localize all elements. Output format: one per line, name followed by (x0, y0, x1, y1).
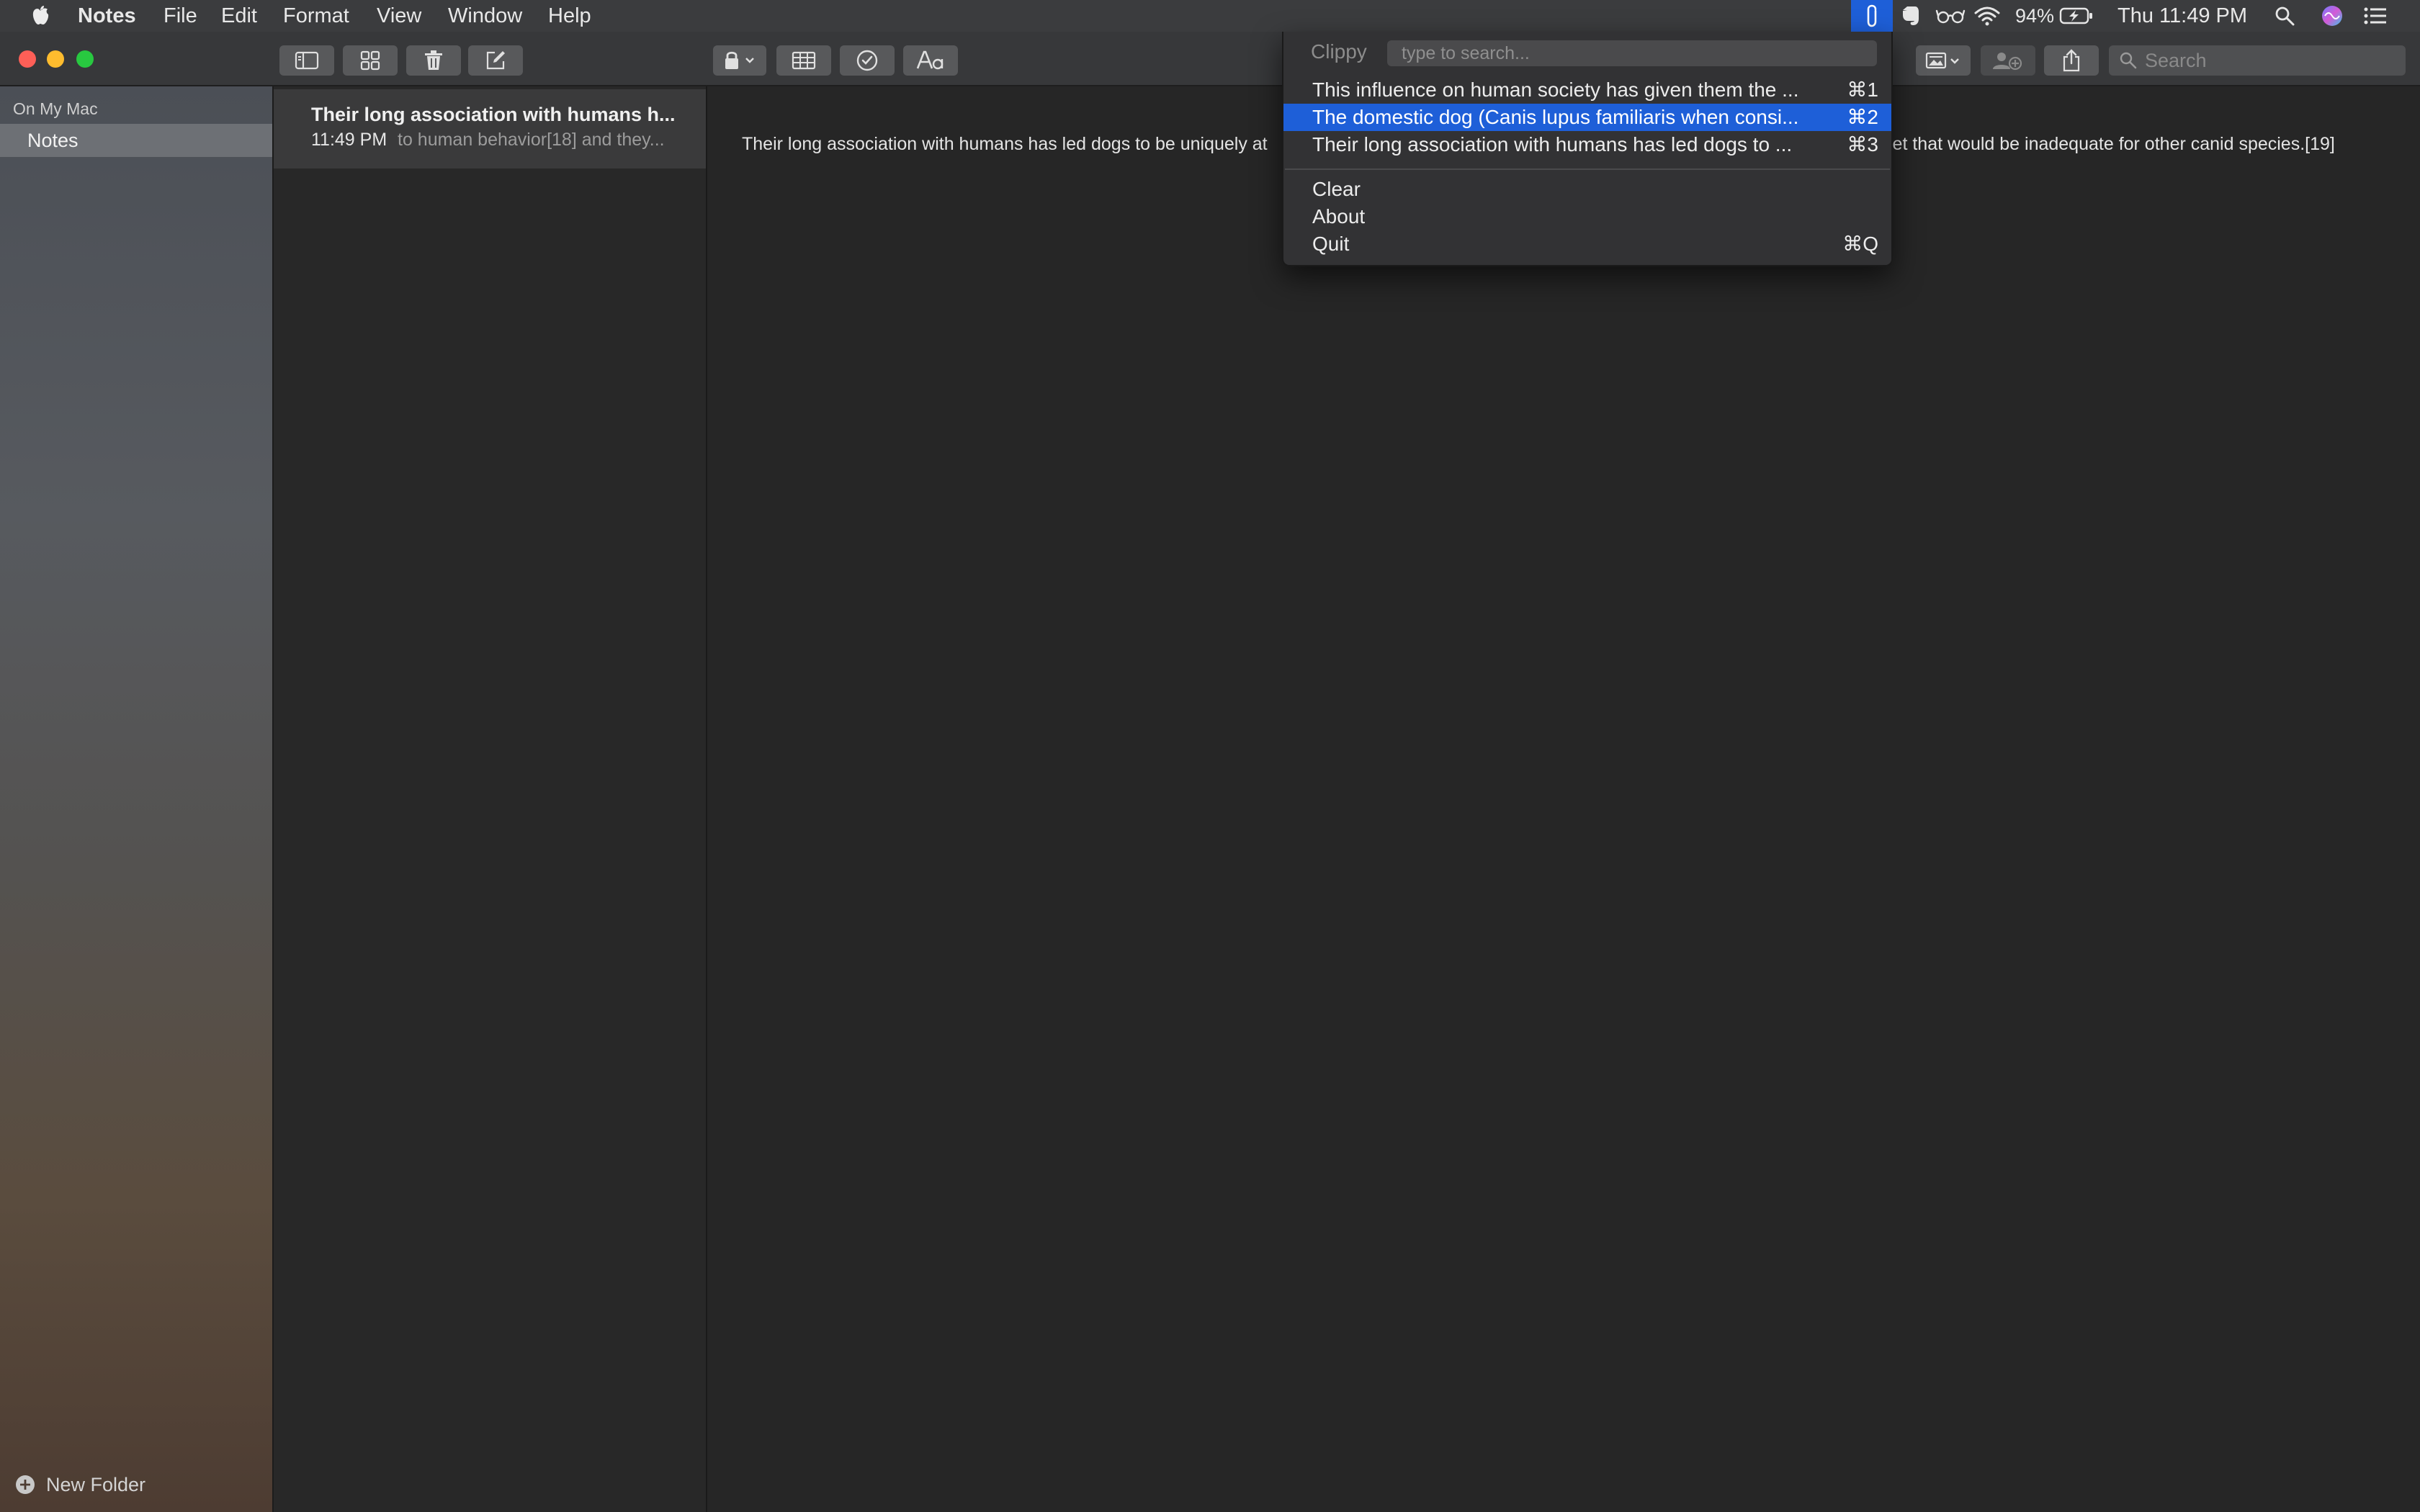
clippy-item-label: About (1312, 205, 1366, 228)
sidebar-item-label: Notes (27, 130, 79, 151)
note-title: Their long association with humans h... (311, 104, 676, 125)
menu-divider (1285, 168, 1890, 170)
lock-note-button[interactable] (713, 45, 766, 76)
menu-window[interactable]: Window (448, 0, 522, 32)
share-icon (2063, 49, 2080, 72)
search-placeholder: Search (2145, 49, 2207, 71)
clippy-item-label: The domestic dog (Canis lupus familiaris… (1312, 106, 1799, 128)
siri-icon[interactable] (2318, 0, 2347, 32)
lock-icon (725, 51, 754, 69)
zoom-window-button[interactable] (76, 50, 94, 68)
sidebar-section-header: On My Mac (13, 99, 98, 118)
sidebar-toggle-button[interactable] (279, 45, 334, 76)
add-circle-icon (16, 1475, 35, 1494)
clippy-title: Clippy (1311, 40, 1367, 63)
wifi-icon[interactable] (1971, 0, 2004, 32)
table-icon (792, 51, 816, 70)
clippy-item-shortcut: ⌘3 (1847, 133, 1878, 156)
note-editor[interactable]: Their long association with humans has l… (707, 86, 2420, 1512)
compose-icon (486, 51, 505, 70)
minimize-window-button[interactable] (47, 50, 64, 68)
clippy-quit-item[interactable]: Quit ⌘Q (1283, 230, 1891, 258)
new-folder-label: New Folder (46, 1473, 146, 1495)
reading-glasses-icon[interactable] (1932, 0, 1969, 32)
insert-table-button[interactable] (776, 45, 831, 76)
add-people-button[interactable] (1981, 45, 2035, 76)
note-list-item[interactable]: Their long association with humans h... … (274, 89, 706, 168)
clippy-about-item[interactable]: About (1283, 203, 1891, 230)
apple-icon[interactable] (27, 0, 53, 32)
new-folder-button[interactable]: New Folder (14, 1470, 145, 1499)
menu-file[interactable]: File (163, 0, 197, 32)
note-body-text-continued[interactable]: iet that would be inadequate for other c… (1888, 134, 2335, 155)
trash-icon (425, 50, 442, 70)
sidebar-toggle-icon (295, 51, 319, 70)
spotlight-search-icon[interactable] (2270, 0, 2299, 32)
clippy-paperclip-icon[interactable] (1851, 0, 1893, 32)
battery-percentage: 94% (2015, 5, 2055, 27)
window-toolbar: Search (0, 32, 2420, 86)
clippy-item-label: Their long association with humans has l… (1312, 133, 1793, 156)
share-button[interactable] (2044, 45, 2099, 76)
clippy-history-item-2[interactable]: The domestic dog (Canis lupus familiaris… (1283, 104, 1891, 131)
note-body-text[interactable]: Their long association with humans has l… (742, 134, 1268, 155)
close-window-button[interactable] (19, 50, 36, 68)
clippy-history-item-3[interactable]: Their long association with humans has l… (1283, 131, 1891, 158)
menu-format[interactable]: Format (283, 0, 349, 32)
clippy-search-input[interactable]: type to search... (1387, 40, 1877, 66)
gallery-view-icon (360, 50, 380, 71)
format-text-button[interactable] (903, 45, 958, 76)
clippy-search-placeholder: type to search... (1402, 43, 1530, 63)
delete-note-button[interactable] (406, 45, 461, 76)
menu-view[interactable]: View (377, 0, 421, 32)
clippy-item-label: Clear (1312, 178, 1361, 200)
clippy-clear-item[interactable]: Clear (1283, 176, 1891, 203)
clippy-item-label: This influence on human society has give… (1312, 78, 1799, 101)
checklist-button[interactable] (840, 45, 895, 76)
format-text-icon (916, 50, 944, 70)
note-list: Their long association with humans h... … (274, 86, 707, 1512)
insert-media-button[interactable] (1916, 45, 1971, 76)
battery-charging-icon[interactable] (2057, 0, 2096, 32)
menu-help[interactable]: Help (548, 0, 591, 32)
search-input[interactable]: Search (2109, 45, 2406, 76)
add-people-icon (1993, 53, 2022, 71)
folders-sidebar: On My Mac Notes New Folder (0, 86, 274, 1512)
gallery-view-button[interactable] (343, 45, 398, 76)
menu-bar: Notes File Edit Format View Window Help … (0, 0, 2420, 32)
sidebar-item-notes[interactable]: Notes (0, 124, 272, 157)
checklist-icon (856, 50, 878, 71)
compose-note-button[interactable] (468, 45, 523, 76)
note-time: 11:49 PM (311, 130, 387, 150)
menu-edit[interactable]: Edit (221, 0, 257, 32)
clippy-item-shortcut: ⌘2 (1847, 106, 1878, 128)
search-icon (2120, 52, 2137, 69)
evernote-icon[interactable] (1896, 0, 1924, 32)
notification-center-icon[interactable] (2361, 0, 2390, 32)
clippy-history-item-1[interactable]: This influence on human society has give… (1283, 76, 1891, 104)
insert-media-icon (1925, 52, 1959, 69)
note-preview: to human behavior[18] and they... (398, 130, 665, 150)
clippy-item-shortcut: ⌘1 (1847, 78, 1878, 101)
clippy-item-label: Quit (1312, 233, 1350, 255)
app-menu-notes[interactable]: Notes (78, 0, 136, 32)
clippy-item-shortcut: ⌘Q (1842, 233, 1878, 255)
clippy-dropdown-menu: Clippy type to search... This influence … (1282, 32, 1893, 266)
menubar-clock[interactable]: Thu 11:49 PM (2118, 0, 2247, 32)
